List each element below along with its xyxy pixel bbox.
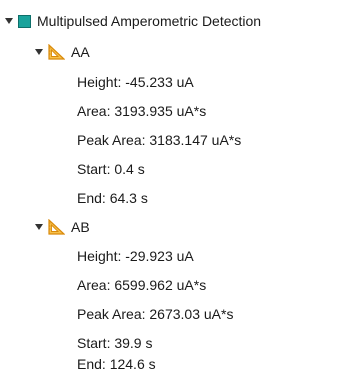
expand-toggle-icon[interactable] (34, 47, 44, 57)
peak-label: AB (71, 219, 90, 235)
peak-triangle-icon (48, 219, 65, 235)
property-text: Area: 3193.935 uA*s (77, 103, 207, 119)
tree-node-peak-ab[interactable]: AB (34, 217, 90, 237)
property-text: Height: -45.233 uA (77, 74, 194, 90)
teal-square-icon (18, 14, 31, 28)
peak-property-end: End: 124.6 s (77, 354, 156, 374)
peak-property-area: Area: 6599.962 uA*s (77, 275, 206, 295)
property-text: End: 64.3 s (77, 190, 148, 206)
peak-property-peak-area: Peak Area: 3183.147 uA*s (77, 130, 241, 150)
peak-property-height: Height: -29.923 uA (77, 246, 194, 266)
peak-property-start: Start: 39.9 s (77, 333, 152, 353)
expand-toggle-icon[interactable] (34, 222, 44, 232)
peak-property-area: Area: 3193.935 uA*s (77, 101, 206, 121)
peak-property-peak-area: Peak Area: 2673.03 uA*s (77, 304, 233, 324)
property-text: Start: 39.9 s (77, 335, 153, 351)
expand-toggle-icon[interactable] (4, 16, 14, 26)
tree-node-peak-aa[interactable]: AA (34, 42, 90, 62)
method-label: Multipulsed Amperometric Detection (37, 13, 262, 29)
peak-property-start: Start: 0.4 s (77, 159, 145, 179)
property-text: End: 124.6 s (77, 356, 156, 372)
tree-node-method[interactable]: Multipulsed Amperometric Detection (4, 11, 261, 31)
property-text: Area: 6599.962 uA*s (77, 277, 207, 293)
peak-triangle-icon (48, 44, 65, 60)
peak-label: AA (71, 44, 90, 60)
peak-property-height: Height: -45.233 uA (77, 72, 194, 92)
property-text: Height: -29.923 uA (77, 248, 194, 264)
results-tree: Multipulsed Amperometric Detection AA He… (0, 0, 353, 378)
property-text: Peak Area: 2673.03 uA*s (77, 306, 234, 322)
property-text: Peak Area: 3183.147 uA*s (77, 132, 242, 148)
peak-property-end: End: 64.3 s (77, 188, 148, 208)
property-text: Start: 0.4 s (77, 161, 145, 177)
